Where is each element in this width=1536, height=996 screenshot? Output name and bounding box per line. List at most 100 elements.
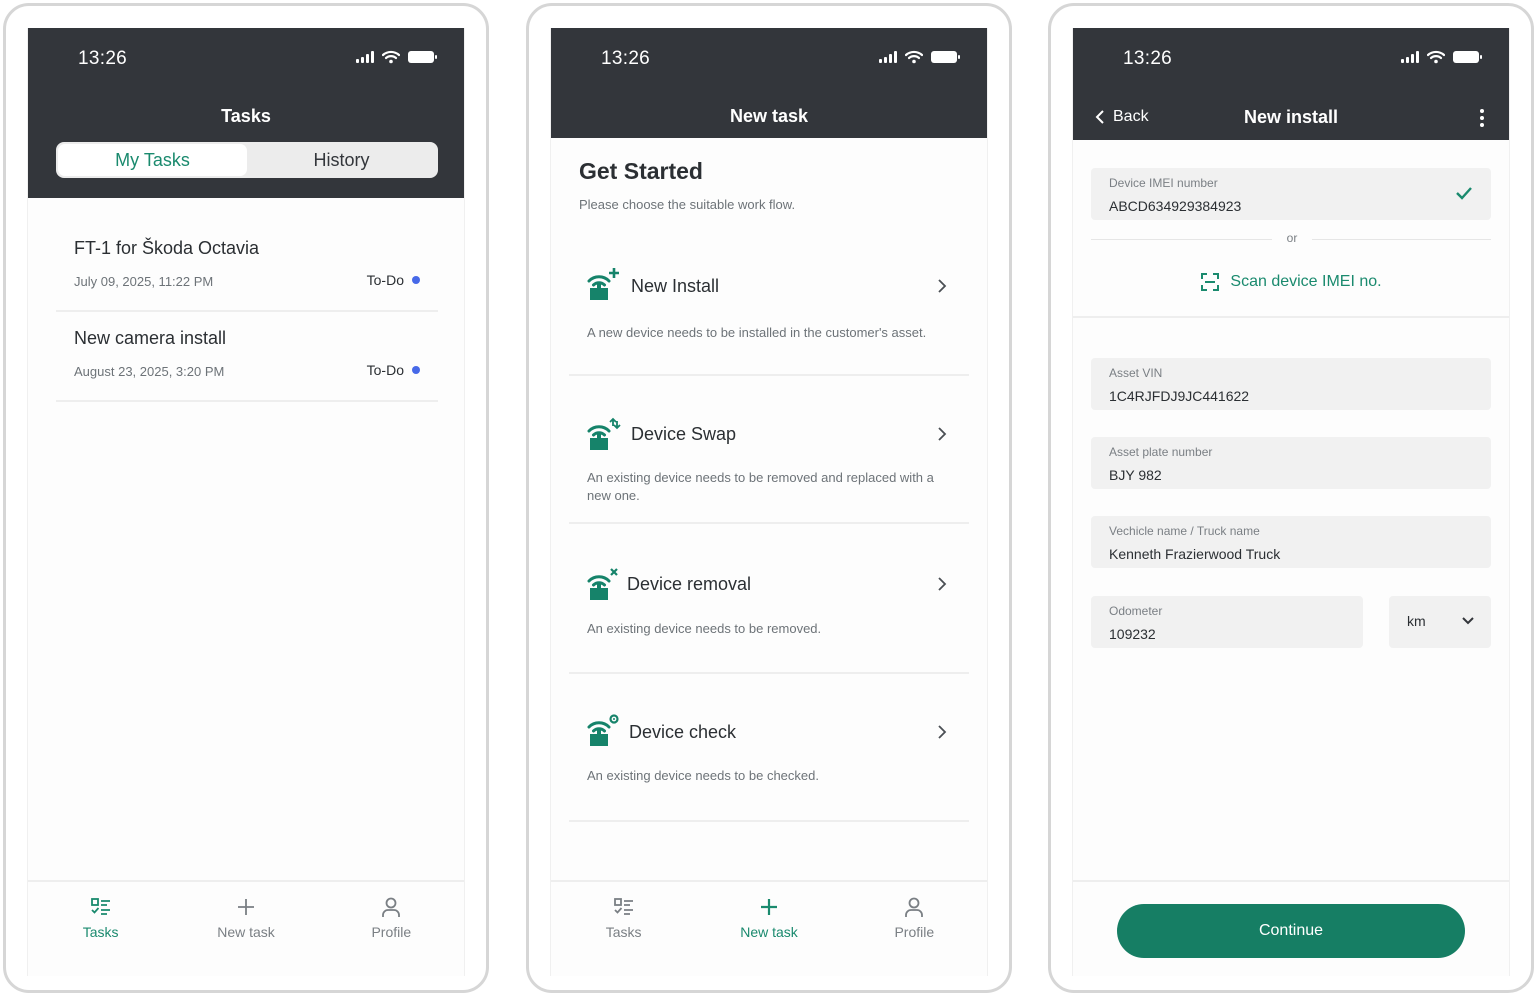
nav-new-task[interactable]: New task bbox=[173, 882, 318, 976]
status-dot-icon bbox=[412, 366, 420, 374]
person-icon bbox=[382, 897, 401, 917]
nav-profile[interactable]: Profile bbox=[842, 882, 987, 976]
back-button[interactable]: Back bbox=[1095, 108, 1149, 126]
battery-icon bbox=[931, 51, 960, 63]
flow-new-install[interactable]: New Install A new device needs to be ins… bbox=[569, 244, 969, 376]
phone-frame-tasks: 13:26 Tasks My Tasks History FT-1 for Šk… bbox=[3, 3, 489, 993]
flow-title: New Install bbox=[631, 276, 720, 296]
task-status: To-Do bbox=[367, 362, 420, 378]
unit-select[interactable]: km bbox=[1389, 596, 1491, 648]
status-bar: 13:26 bbox=[28, 28, 464, 94]
task-title: FT-1 for Škoda Octavia bbox=[74, 238, 260, 258]
status-dot-icon bbox=[412, 276, 420, 284]
nav-label: New task bbox=[217, 924, 275, 940]
field-value: Kenneth Frazierwood Truck bbox=[1109, 546, 1281, 562]
tab-my-tasks[interactable]: My Tasks bbox=[58, 144, 247, 176]
wifi-icon bbox=[382, 50, 400, 64]
app-header: 13:26 New task bbox=[551, 28, 987, 138]
task-date: July 09, 2025, 11:22 PM bbox=[74, 274, 214, 289]
task-card[interactable]: New camera install August 23, 2025, 3:20… bbox=[56, 316, 438, 402]
field-label: Vechicle name / Truck name bbox=[1109, 524, 1260, 538]
chevron-right-icon bbox=[938, 577, 947, 591]
status-time: 13:26 bbox=[78, 48, 128, 69]
tasks-screen: 13:26 Tasks My Tasks History FT-1 for Šk… bbox=[27, 28, 465, 976]
chevron-right-icon bbox=[938, 427, 947, 441]
wifi-plus-icon bbox=[587, 268, 619, 300]
bottom-nav: Tasks New task Profile bbox=[551, 880, 987, 976]
field-value: 1C4RJFDJ9JC441622 bbox=[1109, 388, 1250, 404]
phone-frame-new-task: 13:26 New task Get Started Please choose… bbox=[526, 3, 1012, 993]
app-header: 13:26 New install Back bbox=[1073, 28, 1509, 140]
tasks-icon bbox=[90, 898, 110, 915]
flow-description: An existing device needs to be checked. bbox=[587, 768, 819, 783]
task-card[interactable]: FT-1 for Škoda Octavia July 09, 2025, 11… bbox=[56, 226, 438, 312]
flow-device-removal[interactable]: Device removal An existing device needs … bbox=[569, 524, 969, 674]
new-task-screen: 13:26 New task Get Started Please choose… bbox=[550, 28, 988, 976]
status-bar: 13:26 bbox=[551, 28, 987, 94]
nav-profile[interactable]: Profile bbox=[319, 882, 464, 976]
scan-label: Scan device IMEI no. bbox=[1230, 273, 1382, 290]
vin-field[interactable]: Asset VIN 1C4RJFDJ9JC441622 bbox=[1091, 358, 1491, 410]
nav-tasks[interactable]: Tasks bbox=[28, 882, 173, 976]
flow-device-check[interactable]: Device check An existing device needs to… bbox=[569, 674, 969, 822]
signal-icon bbox=[1401, 51, 1419, 63]
flow-description: An existing device needs to be removed a… bbox=[587, 470, 934, 503]
new-install-screen: 13:26 New install Back Device IMEI numbe… bbox=[1072, 28, 1510, 976]
status-label: To-Do bbox=[366, 362, 404, 378]
divider bbox=[1073, 880, 1509, 882]
or-label: or bbox=[1272, 231, 1312, 245]
odometer-field[interactable]: Odometer 109232 bbox=[1091, 596, 1363, 648]
status-bar: 13:26 bbox=[1073, 28, 1509, 94]
field-label: Device IMEI number bbox=[1109, 176, 1218, 190]
section-subheading: Please choose the suitable work flow. bbox=[579, 197, 796, 212]
more-options-icon[interactable] bbox=[1479, 108, 1485, 128]
phone-frame-new-install: 13:26 New install Back Device IMEI numbe… bbox=[1048, 3, 1534, 993]
chevron-down-icon bbox=[1462, 617, 1474, 625]
signal-icon bbox=[879, 51, 897, 63]
scan-icon bbox=[1201, 273, 1220, 291]
page-title: New task bbox=[729, 106, 809, 126]
unit-value: km bbox=[1407, 613, 1426, 629]
back-label: Back bbox=[1113, 108, 1149, 125]
status-icons bbox=[356, 50, 437, 64]
field-value: 109232 bbox=[1109, 626, 1156, 642]
nav-new-task[interactable]: New task bbox=[696, 882, 841, 976]
status-label: To-Do bbox=[366, 272, 404, 288]
chevron-right-icon bbox=[938, 725, 947, 739]
wifi-icon bbox=[1427, 50, 1445, 64]
task-date: August 23, 2025, 3:20 PM bbox=[74, 364, 225, 379]
chevron-right-icon bbox=[938, 279, 947, 293]
scan-imei-button[interactable]: Scan device IMEI no. bbox=[1073, 272, 1509, 292]
field-value: BJY 982 bbox=[1109, 467, 1162, 483]
check-icon bbox=[1456, 187, 1472, 200]
person-icon bbox=[905, 897, 924, 917]
imei-field[interactable]: Device IMEI number ABCD634929384923 bbox=[1091, 168, 1491, 220]
plus-icon bbox=[760, 899, 777, 915]
battery-icon bbox=[1453, 51, 1482, 63]
flow-description: A new device needs to be installed in th… bbox=[587, 325, 927, 340]
task-title: New camera install bbox=[74, 328, 227, 348]
divider bbox=[1073, 316, 1509, 318]
status-icons bbox=[879, 50, 960, 64]
flow-device-swap[interactable]: Device Swap An existing device needs to … bbox=[569, 376, 969, 524]
nav-label: Profile bbox=[894, 924, 935, 940]
plus-icon bbox=[237, 899, 254, 915]
status-time: 13:26 bbox=[601, 48, 651, 69]
signal-icon bbox=[356, 51, 374, 63]
page-title: Tasks bbox=[221, 106, 271, 126]
continue-button[interactable]: Continue bbox=[1117, 904, 1465, 958]
nav-label: New task bbox=[740, 924, 798, 940]
tasks-segmented-control: My Tasks History bbox=[56, 142, 438, 178]
plate-field[interactable]: Asset plate number BJY 982 bbox=[1091, 437, 1491, 489]
field-label: Odometer bbox=[1109, 604, 1163, 618]
tab-history[interactable]: History bbox=[247, 144, 436, 176]
bottom-nav: Tasks New task Profile bbox=[28, 880, 464, 976]
task-status: To-Do bbox=[367, 272, 420, 288]
flow-title: Device Swap bbox=[631, 424, 737, 444]
vehicle-name-field[interactable]: Vechicle name / Truck name Kenneth Frazi… bbox=[1091, 516, 1491, 568]
wifi-icon bbox=[905, 50, 923, 64]
nav-label: Profile bbox=[371, 924, 412, 940]
nav-label: Tasks bbox=[82, 924, 119, 940]
nav-tasks[interactable]: Tasks bbox=[551, 882, 696, 976]
field-value: ABCD634929384923 bbox=[1109, 198, 1242, 214]
